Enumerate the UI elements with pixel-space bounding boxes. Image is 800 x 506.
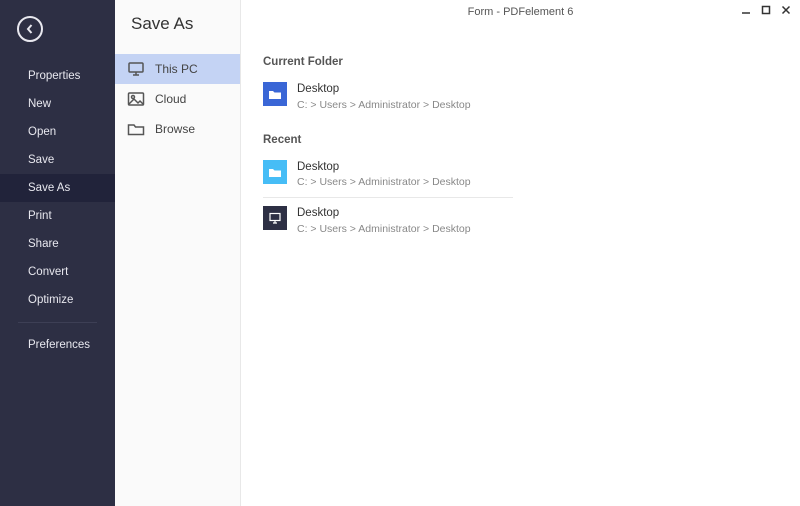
sidebar-item-convert[interactable]: Convert <box>0 258 115 286</box>
sidebar-item-save-as[interactable]: Save As <box>0 174 115 202</box>
folder-text: Desktop C: > Users > Administrator > Des… <box>297 82 471 112</box>
titlebar: Form - PDFelement 6 <box>241 0 800 24</box>
chevron-left-icon <box>25 24 35 34</box>
folder-item-recent[interactable]: Desktop C: > Users > Administrator > Des… <box>263 154 513 196</box>
section-label-current: Current Folder <box>263 56 800 68</box>
divider <box>263 197 513 198</box>
sidebar-item-new[interactable]: New <box>0 90 115 118</box>
sidebar-item-open[interactable]: Open <box>0 118 115 146</box>
main-panel: Form - PDFelement 6 Current Folder Deskt… <box>241 0 800 506</box>
sidebar-item-label: New <box>28 98 51 110</box>
sidebar-item-print[interactable]: Print <box>0 202 115 230</box>
sidebar-item-label: Convert <box>28 266 68 278</box>
sidebar-item-label: Save As <box>28 182 70 194</box>
folder-path: C: > Users > Administrator > Desktop <box>297 222 471 236</box>
close-button[interactable] <box>778 3 794 17</box>
picture-icon <box>127 92 145 106</box>
folder-item-recent[interactable]: Desktop C: > Users > Administrator > Des… <box>263 200 513 242</box>
sidebar-item-label: Properties <box>28 70 80 82</box>
page-title: Save As <box>115 0 240 54</box>
location-cloud[interactable]: Cloud <box>115 84 240 114</box>
maximize-button[interactable] <box>758 3 774 17</box>
sidebar-item-label: Print <box>28 210 52 222</box>
current-folder-section: Current Folder Desktop C: > Users > Admi… <box>263 56 800 118</box>
save-location-panel: Save As This PC Cloud Browse <box>115 0 241 506</box>
sidebar-item-preferences[interactable]: Preferences <box>0 331 115 359</box>
sidebar-divider <box>18 322 97 323</box>
location-browse[interactable]: Browse <box>115 114 240 144</box>
sidebar-item-save[interactable]: Save <box>0 146 115 174</box>
content-area: Current Folder Desktop C: > Users > Admi… <box>263 0 800 242</box>
folder-text: Desktop C: > Users > Administrator > Des… <box>297 160 471 190</box>
sidebar-item-share[interactable]: Share <box>0 230 115 258</box>
folder-icon <box>263 160 287 184</box>
window-title: Form - PDFelement 6 <box>468 6 574 18</box>
folder-text: Desktop C: > Users > Administrator > Des… <box>297 206 471 236</box>
minimize-button[interactable] <box>738 3 754 17</box>
folder-name: Desktop <box>297 82 471 98</box>
minimize-icon <box>741 5 751 15</box>
location-label: This PC <box>155 62 198 76</box>
folder-path: C: > Users > Administrator > Desktop <box>297 98 471 112</box>
location-this-pc[interactable]: This PC <box>115 54 240 84</box>
sidebar-item-label: Optimize <box>28 294 73 306</box>
folder-name: Desktop <box>297 160 471 176</box>
close-icon <box>781 5 791 15</box>
sidebar-item-label: Save <box>28 154 54 166</box>
folder-item-current[interactable]: Desktop C: > Users > Administrator > Des… <box>263 76 513 118</box>
monitor-icon <box>127 62 145 76</box>
folder-icon <box>127 122 145 136</box>
folder-path: C: > Users > Administrator > Desktop <box>297 175 471 189</box>
sidebar-item-label: Preferences <box>28 339 90 351</box>
location-label: Browse <box>155 122 195 136</box>
file-menu-sidebar: Properties New Open Save Save As Print S… <box>0 0 115 506</box>
monitor-icon <box>263 206 287 230</box>
sidebar-item-label: Share <box>28 238 59 250</box>
sidebar-item-label: Open <box>28 126 56 138</box>
app-window: Properties New Open Save Save As Print S… <box>0 0 800 506</box>
location-label: Cloud <box>155 92 186 106</box>
back-button[interactable] <box>17 16 43 42</box>
maximize-icon <box>761 5 771 15</box>
folder-name: Desktop <box>297 206 471 222</box>
section-label-recent: Recent <box>263 134 800 146</box>
recent-section: Recent Desktop C: > Users > Administrato… <box>263 134 800 242</box>
sidebar-item-optimize[interactable]: Optimize <box>0 286 115 314</box>
window-controls <box>738 3 794 17</box>
folder-icon <box>263 82 287 106</box>
sidebar-item-properties[interactable]: Properties <box>0 62 115 90</box>
